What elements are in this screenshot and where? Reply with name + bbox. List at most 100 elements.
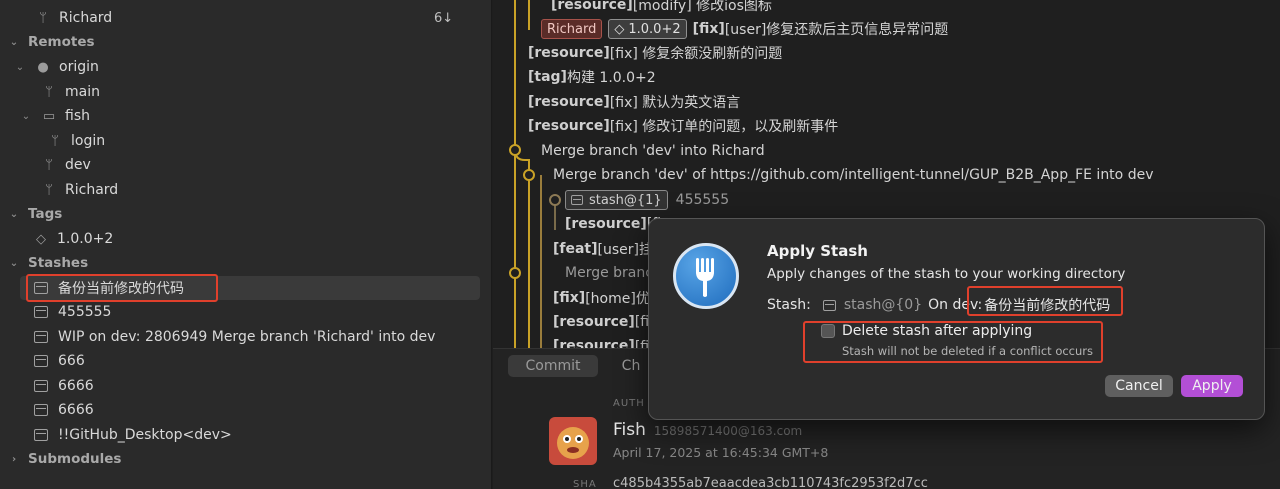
sidebar-item-login[interactable]: ᛘ login	[0, 129, 492, 153]
stash-icon	[34, 380, 48, 392]
section-tags[interactable]: ⌄ Tags	[0, 202, 492, 226]
commit-message: Merge branch 'dev' into Richard	[541, 143, 765, 159]
branch-icon: ᛘ	[45, 182, 53, 198]
stash-label: 455555	[58, 304, 112, 320]
sidebar-item-richard[interactable]: ᛘ Richard	[0, 178, 492, 202]
stash-label: !!GitHub_Desktop<dev>	[58, 427, 232, 443]
chevron-down-icon[interactable]: ⌄	[8, 209, 20, 220]
apply-button[interactable]: Apply	[1181, 375, 1243, 397]
sidebar-item-label: 1.0.0+2	[57, 231, 114, 247]
author-email[interactable]: 15898571400@163.com	[654, 424, 802, 438]
sidebar-item-origin[interactable]: ⌄ ● origin	[0, 55, 492, 79]
commit-type: [resource]	[528, 94, 610, 110]
branch-icon: ᛘ	[51, 133, 59, 149]
commit-type: [feat]	[553, 241, 598, 257]
sidebar-item-dev[interactable]: ᛘ dev	[0, 153, 492, 177]
commit-date: April 17, 2025 at 16:45:34 GMT+8	[613, 445, 829, 460]
section-stashes[interactable]: ⌄ Stashes	[0, 251, 492, 275]
avatar-image	[557, 427, 589, 459]
stash-ref: stash@{0}	[843, 297, 923, 313]
tab-commit[interactable]: Commit	[508, 355, 598, 377]
sidebar-item-label: fish	[65, 108, 90, 124]
stash-icon	[822, 299, 836, 311]
sidebar-item-label: Richard	[65, 182, 119, 198]
sidebar-item-richard-top[interactable]: ᛘ Richard 6↓	[0, 6, 492, 30]
chevron-right-icon[interactable]: ›	[8, 454, 20, 465]
commit-row[interactable]: [resource] [modify] 修改ios图标	[551, 0, 772, 17]
commit-row[interactable]: Richard ◇ 1.0.0+2 [fix] [user]修复还款后主页信息异常…	[541, 17, 948, 41]
commit-row[interactable]: Merge branch 'dev' into Richard	[541, 139, 765, 163]
tag-badge[interactable]: ◇ 1.0.0+2	[608, 19, 687, 39]
stash-ref: stash@{1}	[589, 192, 662, 208]
tab-changes[interactable]: Ch	[613, 355, 649, 377]
folder-icon: ▭	[42, 108, 56, 124]
branch-icon: ᛘ	[45, 157, 53, 173]
section-remotes[interactable]: ⌄ Remotes	[0, 30, 492, 54]
highlight-box	[26, 274, 218, 302]
commit-row[interactable]: [tag] 构建 1.0.0+2	[528, 65, 656, 89]
sidebar: ᛘ Richard 6↓ ⌄ Remotes ⌄ ● origin ᛘ main…	[0, 0, 492, 489]
section-label: Submodules	[28, 451, 122, 467]
stash-item[interactable]: 6666	[0, 398, 492, 422]
highlight-box	[803, 321, 1103, 363]
commit-type: [fix]	[692, 21, 725, 37]
commit-row[interactable]: Merge branch 'dev' of https://github.com…	[553, 163, 1153, 187]
fork-app-icon	[673, 243, 739, 309]
section-label: Tags	[28, 206, 63, 222]
commit-type: [tag]	[528, 69, 567, 85]
stash-icon	[34, 306, 48, 318]
commit-row[interactable]: [resource] [fix] 修复余额没刷新的问题	[528, 41, 782, 65]
stash-item[interactable]: 455555	[0, 300, 492, 324]
commit-type: [resource]	[528, 45, 610, 61]
stash-badge[interactable]: stash@{1}	[565, 190, 668, 210]
stash-label: WIP on dev: 2806949 Merge branch 'Richar…	[58, 329, 436, 345]
commit-message: Merge branch 'dev' of https://github.com…	[553, 167, 1154, 183]
commit-row[interactable]: [resource] [fix] 默认为英文语言	[528, 90, 740, 114]
dialog-title: Apply Stash	[767, 242, 868, 260]
commit-type: [resource]	[565, 216, 647, 232]
sha-label: SHA	[573, 479, 597, 489]
sidebar-item-main[interactable]: ᛘ main	[0, 80, 492, 104]
commit-type: [resource]	[528, 118, 610, 134]
commit-message: [fix] 修复余额没刷新的问题	[609, 46, 783, 62]
behind-count: 6↓	[434, 10, 454, 26]
section-label: Stashes	[28, 255, 89, 271]
stash-icon	[34, 331, 48, 343]
commit-sha[interactable]: c485b4355ab7eaacdea3cb110743fc2953f2d7cc	[613, 476, 928, 489]
commit-row[interactable]: [resource] [fix] 修改订单的问题，以及刷新事件	[528, 114, 838, 138]
commit-message: [user]修复还款后主页信息异常问题	[724, 22, 949, 38]
chevron-down-icon[interactable]: ⌄	[14, 62, 26, 73]
commit-row[interactable]: [resource] [fix]	[553, 310, 663, 334]
commit-row[interactable]: Merge branc	[565, 261, 653, 285]
sidebar-item-fish-folder[interactable]: ⌄ ▭ fish	[0, 104, 492, 128]
stash-icon	[34, 355, 48, 367]
avatar	[549, 417, 597, 465]
stash-label: 666	[58, 353, 85, 369]
commit-message: 构建 1.0.0+2	[566, 70, 656, 86]
author-section-label: AUTH	[613, 398, 645, 409]
sidebar-item-tag[interactable]: ◇ 1.0.0+2	[0, 227, 492, 251]
stash-item[interactable]: !!GitHub_Desktop<dev>	[0, 423, 492, 447]
cancel-button[interactable]: Cancel	[1105, 375, 1173, 397]
stash-item[interactable]: 6666	[0, 374, 492, 398]
chevron-down-icon[interactable]: ⌄	[8, 37, 20, 48]
author-name: Fish	[613, 420, 646, 440]
branch-badge[interactable]: Richard	[541, 19, 603, 39]
commit-message: Merge branc	[565, 265, 653, 281]
stash-item[interactable]: WIP on dev: 2806949 Merge branch 'Richar…	[0, 325, 492, 349]
dialog-subtitle: Apply changes of the stash to your worki…	[767, 266, 1126, 282]
section-label: Remotes	[28, 34, 95, 50]
stash-item[interactable]: 666	[0, 349, 492, 373]
tag-icon: ◇	[36, 231, 46, 247]
commit-type: [fix]	[553, 290, 586, 306]
branch-icon: ᛘ	[39, 10, 47, 26]
chevron-down-icon[interactable]: ⌄	[20, 111, 32, 122]
sidebar-item-label: login	[71, 133, 106, 149]
chevron-down-icon[interactable]: ⌄	[8, 258, 20, 269]
section-submodules[interactable]: › Submodules	[0, 447, 492, 471]
tag-icon: ◇	[614, 21, 625, 37]
commit-message: [fix] 修改订单的问题，以及刷新事件	[609, 119, 839, 135]
sidebar-item-label: dev	[65, 157, 91, 173]
commit-message: 455555	[675, 192, 730, 208]
commit-row[interactable]: stash@{1} 455555	[565, 188, 729, 212]
